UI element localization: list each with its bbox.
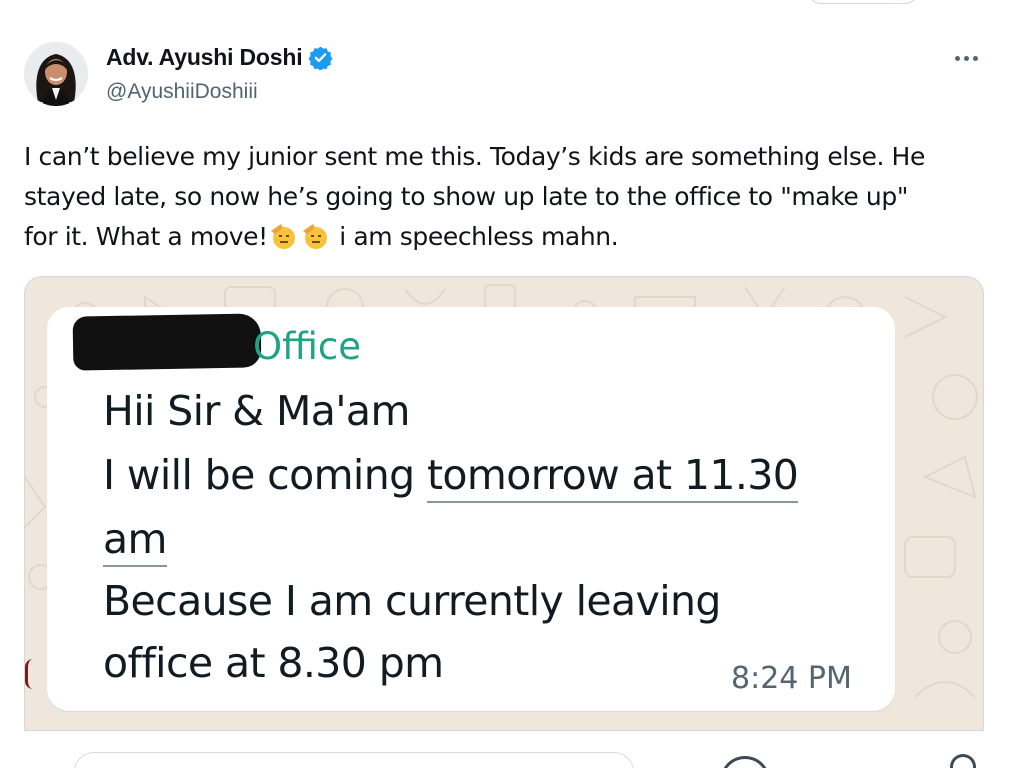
- author-name-row: Adv. Ayushi Doshi: [106, 44, 333, 71]
- tweet-text-line-3a: for it. What a move!: [24, 222, 268, 251]
- saluting-face-emoji-icon: [301, 221, 331, 251]
- dot-2: [963, 55, 969, 61]
- dot-3: [972, 55, 978, 61]
- avatar-image: [24, 42, 88, 106]
- saluting-face-emoji-icon: [269, 221, 299, 251]
- media-image[interactable]: Office Hii Sir & Ma'am I will be coming …: [24, 276, 984, 768]
- more-options-icon[interactable]: [948, 48, 984, 68]
- reply-input[interactable]: [74, 752, 634, 768]
- dot-1: [954, 55, 960, 61]
- author-handle[interactable]: @AyushiiDoshiii: [106, 80, 258, 104]
- redacted-sender-name-2: [207, 325, 255, 365]
- message-line-5: office at 8.30 pm: [103, 639, 444, 687]
- tweet-page: Adv. Ayushi Doshi @AyushiiDoshiii I can’…: [0, 0, 1024, 768]
- adjacent-message-edge: [25, 659, 35, 689]
- avatar[interactable]: [24, 42, 88, 106]
- tweet-text-line-3b: i am speechless mahn.: [331, 222, 619, 251]
- message-date-link[interactable]: tomorrow at 11.30: [426, 451, 799, 503]
- message-date-link-cont[interactable]: am: [103, 515, 167, 567]
- chat-message-bubble: Office Hii Sir & Ma'am I will be coming …: [47, 307, 895, 711]
- tweet-text-line-1: I can’t believe my junior sent me this. …: [24, 142, 925, 171]
- author-display-name[interactable]: Adv. Ayushi Doshi: [106, 44, 303, 71]
- tweet-text-line-2: stayed late, so now he’s going to show u…: [24, 182, 908, 211]
- message-line-2a: I will be coming: [103, 451, 427, 499]
- message-line-4: Because I am currently leaving: [103, 577, 721, 625]
- message-timestamp: 8:24 PM: [731, 661, 852, 696]
- tweet-text: I can’t believe my junior sent me this. …: [24, 137, 1000, 257]
- chat-group-name: Office: [253, 325, 362, 368]
- tweet-text-line-3: for it. What a move! i am speechless mah: [24, 217, 1000, 257]
- message-line-2: I will be coming tomorrow at 11.30: [103, 451, 799, 503]
- message-line-3: am: [103, 515, 167, 567]
- message-line-1: Hii Sir & Ma'am: [103, 387, 410, 435]
- top-button[interactable]: [808, 0, 918, 4]
- verified-badge-icon: [308, 45, 333, 71]
